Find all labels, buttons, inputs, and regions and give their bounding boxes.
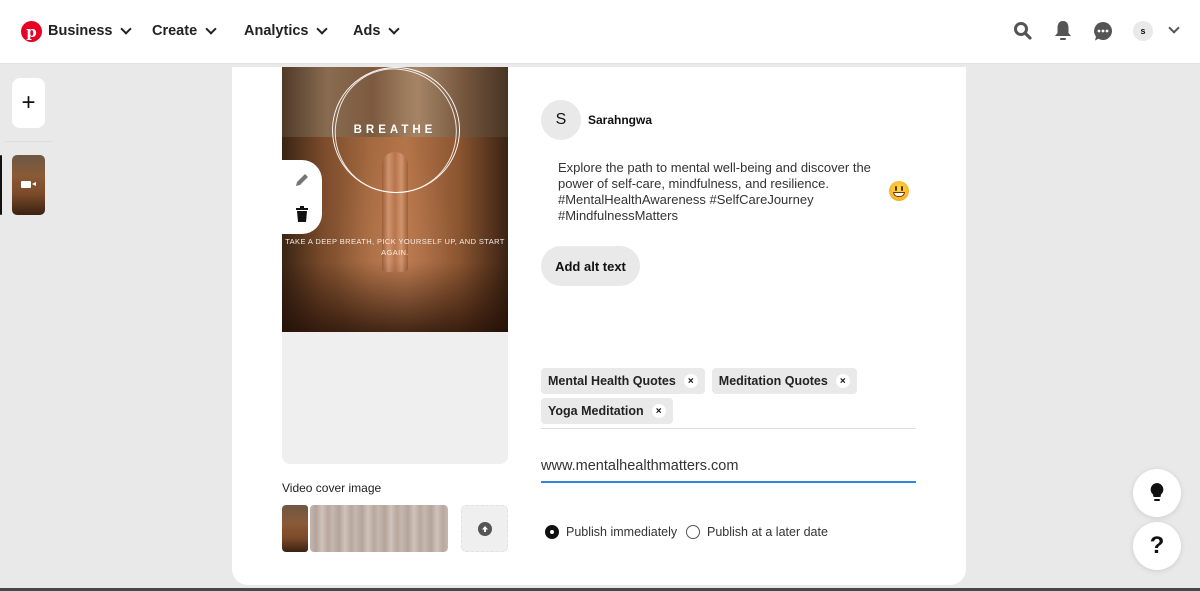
nav-business[interactable]: Business <box>48 20 133 42</box>
help-button[interactable]: ? <box>1133 522 1181 570</box>
lightbulb-icon <box>1150 483 1164 501</box>
nav-analytics[interactable]: Analytics <box>244 20 329 42</box>
help-icon: ? <box>1149 532 1165 559</box>
image-shade <box>282 262 508 332</box>
bell-icon <box>1055 21 1071 40</box>
pencil-icon <box>296 174 308 186</box>
remove-tag-icon[interactable]: × <box>835 374 850 388</box>
publish-later-label: Publish at a later date <box>707 525 828 539</box>
messages-icon <box>1094 22 1112 41</box>
topic-tag-label: Yoga Meditation <box>548 404 644 418</box>
topic-tag-label: Mental Health Quotes <box>548 374 676 388</box>
chevron-down-icon <box>388 23 401 35</box>
media-actions <box>282 160 322 234</box>
nav-ads-label: Ads <box>353 23 381 39</box>
selected-cover-frame[interactable] <box>282 505 308 552</box>
add-pin-button[interactable]: + <box>12 78 45 128</box>
top-navigation: p Business Create Analytics Ads s <box>0 0 1200 64</box>
emoji-icon <box>893 192 905 197</box>
chevron-down-icon <box>316 23 329 35</box>
user-avatar[interactable]: S <box>541 100 581 140</box>
tips-button[interactable] <box>1133 469 1181 517</box>
add-alt-text-button[interactable]: Add alt text <box>541 246 640 286</box>
topic-tag: Meditation Quotes × <box>711 368 857 394</box>
account-avatar[interactable]: s <box>1133 21 1153 41</box>
chevron-down-icon <box>1168 22 1180 34</box>
upload-cover-button[interactable] <box>461 505 508 552</box>
nav-create-label: Create <box>152 23 198 39</box>
nav-ads[interactable]: Ads <box>353 20 401 42</box>
emoji-icon <box>895 186 897 191</box>
upload-arrow-icon <box>477 521 492 536</box>
nav-business-label: Business <box>48 23 113 39</box>
cover-frame-scrubber[interactable] <box>310 505 448 552</box>
active-indicator <box>0 155 2 215</box>
radio-unselected[interactable] <box>686 525 700 539</box>
search-icon <box>1014 22 1032 40</box>
edit-button[interactable] <box>294 172 310 188</box>
video-cover-label: Video cover image <box>282 481 382 495</box>
rail-divider <box>5 141 52 142</box>
topic-tag: Yoga Meditation × <box>541 398 673 424</box>
emoji-icon <box>901 186 903 191</box>
chevron-down-icon <box>205 23 217 35</box>
delete-button[interactable] <box>294 205 310 223</box>
publish-immediately-label: Publish immediately <box>566 525 678 539</box>
image-tagline-text: TAKE A DEEP BREATH, PICK YOURSELF UP, AN… <box>285 237 505 257</box>
topic-tag: Mental Health Quotes × <box>541 368 705 394</box>
video-camera-icon <box>21 181 36 188</box>
media-area-background <box>282 332 508 464</box>
remove-tag-icon[interactable]: × <box>683 374 698 388</box>
search-button[interactable] <box>1010 18 1036 44</box>
pin-description[interactable]: Explore the path to mental well-being an… <box>558 160 878 224</box>
draft-thumbnail[interactable] <box>12 155 45 215</box>
notifications-button[interactable] <box>1050 18 1076 44</box>
nav-create[interactable]: Create <box>152 20 217 42</box>
pinterest-logo[interactable]: p <box>21 21 42 42</box>
image-title-text: BREATHE <box>353 124 437 136</box>
chevron-down-icon <box>120 23 133 35</box>
tagged-topics: Mental Health Quotes × Meditation Quotes… <box>541 368 917 424</box>
emoji-picker-button[interactable] <box>889 181 909 201</box>
username[interactable]: Sarahngwa <box>588 113 652 127</box>
publish-immediately-option[interactable]: Publish immediately <box>545 523 677 541</box>
messages-button[interactable] <box>1090 18 1116 44</box>
video-cover-strip <box>282 505 448 552</box>
tags-divider <box>541 428 916 429</box>
account-menu-button[interactable] <box>1166 22 1180 37</box>
trash-icon <box>296 206 308 222</box>
remove-tag-icon[interactable]: × <box>651 404 666 418</box>
radio-selected[interactable] <box>545 525 559 539</box>
publish-later-option[interactable]: Publish at a later date <box>686 523 828 541</box>
topic-tag-label: Meditation Quotes <box>718 374 828 388</box>
nav-analytics-label: Analytics <box>244 23 309 39</box>
destination-link-input[interactable] <box>541 455 916 483</box>
